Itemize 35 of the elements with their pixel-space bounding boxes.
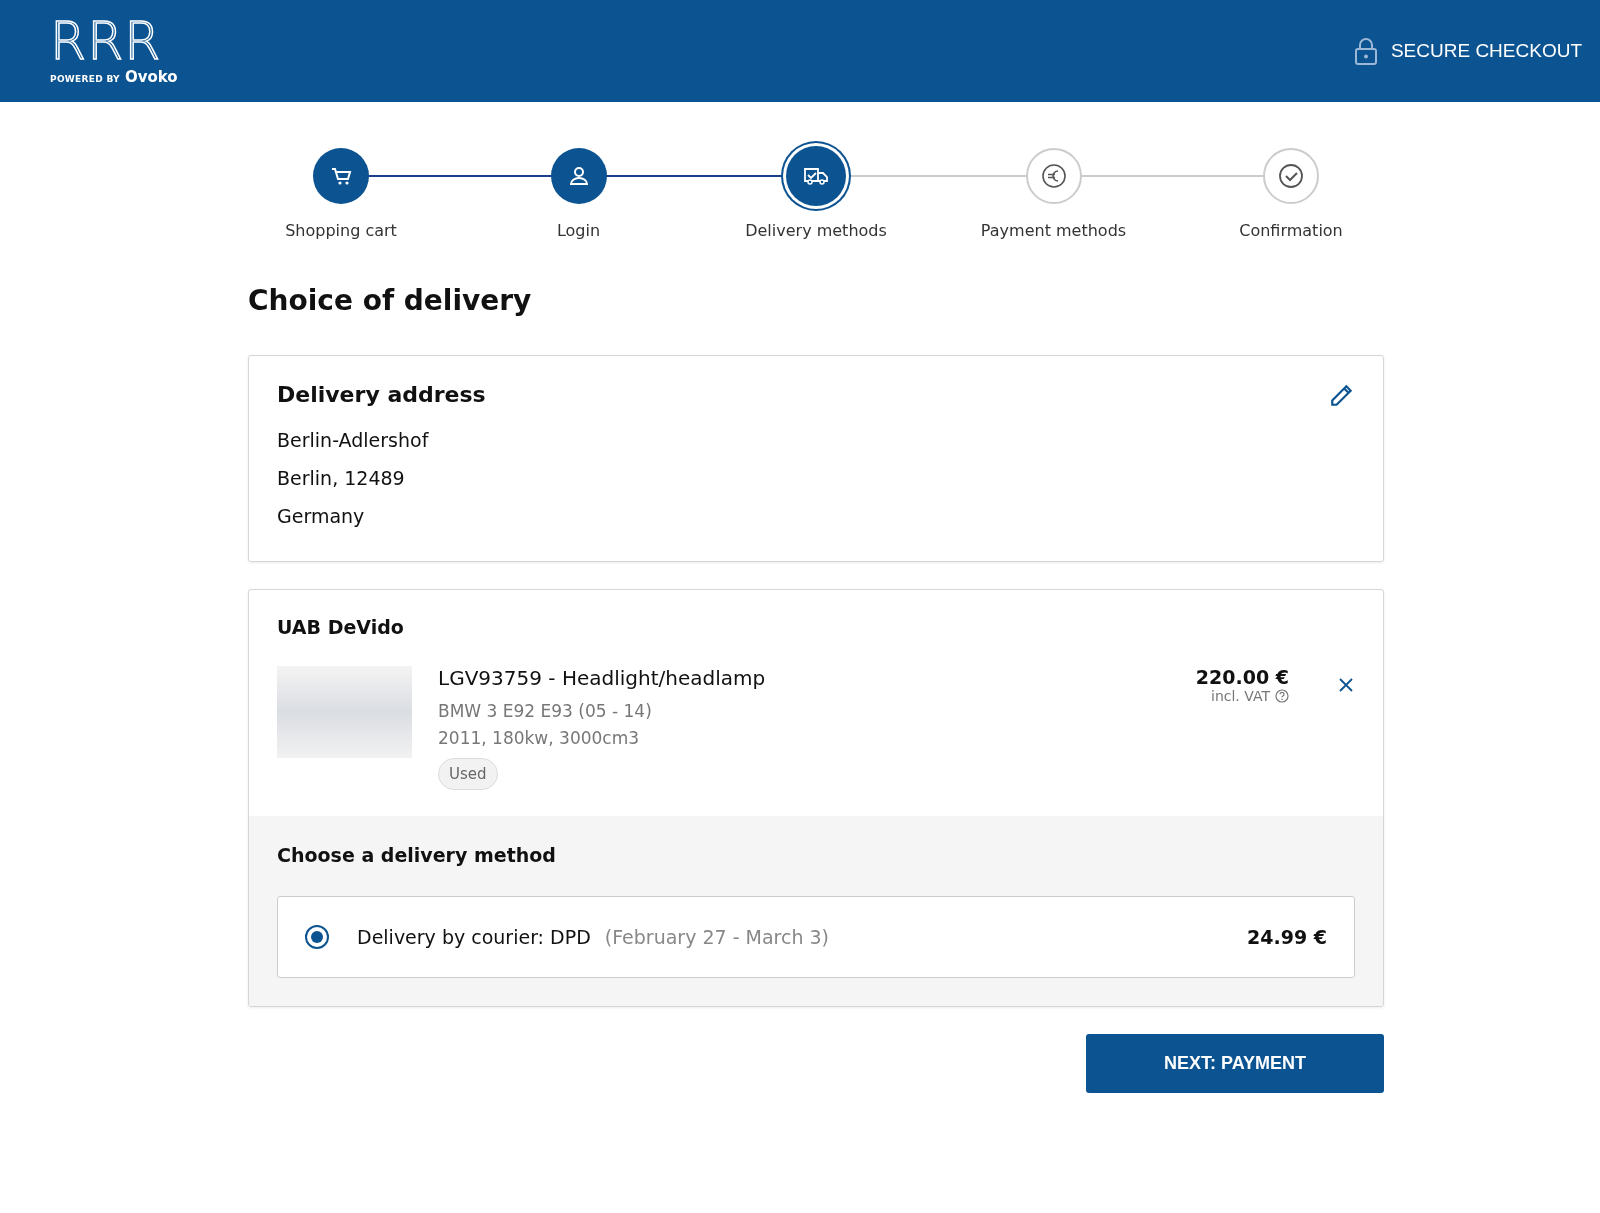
address-line: Berlin, 12489 [277, 466, 406, 491]
help-icon[interactable] [1275, 689, 1289, 703]
secure-checkout-label: SECURE CHECKOUT [1390, 40, 1582, 62]
step-label: Payment methods [980, 221, 1127, 240]
item-specs: 2011, 180kw, 3000cm3 [438, 727, 641, 750]
step-label: Confirmation [1239, 221, 1343, 240]
address-line: Berlin-Adlershof [277, 428, 430, 453]
powered-by-text: POWERED BY [50, 74, 120, 84]
vat-note: incl. VAT [1211, 688, 1270, 704]
section-heading: Choose a delivery method [277, 844, 557, 866]
edit-icon[interactable] [1329, 382, 1355, 408]
step-icon [1040, 163, 1067, 189]
next-payment-button[interactable]: NEXT: PAYMENT [1086, 1034, 1384, 1093]
item-model: BMW 3 E92 E93 (05 - 14) [438, 700, 653, 723]
radio-button[interactable] [305, 925, 329, 949]
delivery-dates: (February 27 - March 3) [604, 926, 830, 948]
step-label: Delivery methods [745, 221, 887, 240]
option-label: Delivery by courier: DPD [357, 926, 591, 948]
step-label: Login [556, 221, 601, 240]
item-title: LGV93759 - Headlight/headlamp [438, 666, 767, 690]
step-label: Shopping cart [285, 221, 397, 240]
seller-name: UAB DeVido [277, 616, 405, 638]
lock-icon [1354, 37, 1377, 65]
delivery-option[interactable]: Delivery by courier: DPD (February 27 - March 3) 24.99 € [277, 896, 1355, 978]
delivery-price: 24.99 € [1247, 926, 1327, 948]
item-price: 220.00 € [1195, 666, 1289, 688]
condition-tag: Used [438, 758, 498, 790]
page-title: Choice of delivery [248, 284, 533, 317]
logo-mark: RRR [50, 16, 162, 66]
step-icon [1278, 163, 1304, 189]
brand-name: Ovoko [124, 68, 178, 86]
address-line: Germany [277, 504, 366, 529]
close-icon [1339, 678, 1353, 692]
logo[interactable]: RRR POWERED BY Ovoko [50, 16, 178, 86]
card-title: Delivery address [277, 382, 486, 407]
